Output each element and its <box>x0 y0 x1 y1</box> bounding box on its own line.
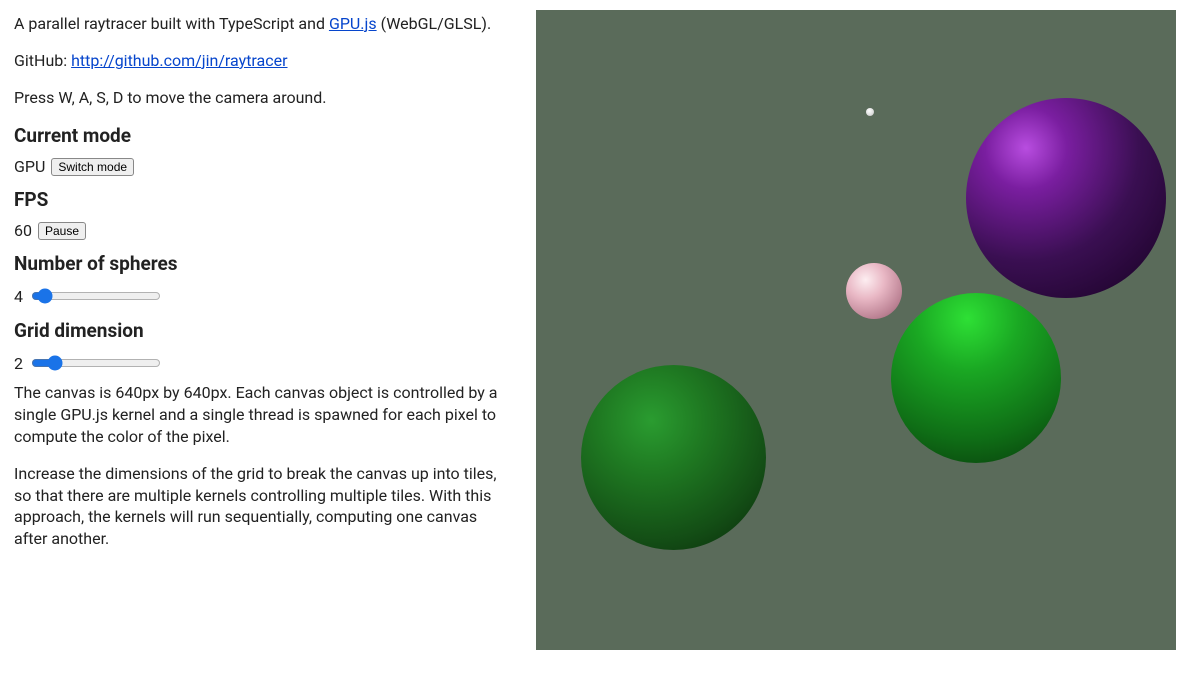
switch-mode-button[interactable]: Switch mode <box>51 158 134 176</box>
canvas-tile[interactable] <box>859 333 1176 650</box>
fps-heading: FPS <box>14 188 522 211</box>
spheres-slider[interactable] <box>31 287 161 305</box>
description-p2: Increase the dimensions of the grid to b… <box>14 463 514 549</box>
mode-row: GPU Switch mode <box>14 157 522 176</box>
grid-row: 2 <box>14 352 522 374</box>
canvas-tile[interactable] <box>536 333 853 650</box>
github-line: GitHub: http://github.com/jin/raytracer <box>14 51 522 72</box>
description-p1: The canvas is 640px by 640px. Each canva… <box>14 382 514 447</box>
canvas-tile[interactable] <box>536 10 853 327</box>
fps-row: 60 Pause <box>14 221 522 240</box>
intro-line: A parallel raytracer built with TypeScri… <box>14 14 522 35</box>
spheres-value: 4 <box>14 287 23 306</box>
intro-text-post: (WebGL/GLSL). <box>377 14 492 33</box>
pause-button[interactable]: Pause <box>38 222 86 240</box>
spheres-row: 4 <box>14 285 522 307</box>
render-area <box>536 0 1200 675</box>
mode-heading: Current mode <box>14 124 522 147</box>
fps-value: 60 <box>14 221 32 240</box>
github-link[interactable]: http://github.com/jin/raytracer <box>71 51 287 70</box>
spheres-heading: Number of spheres <box>14 252 522 275</box>
gpujs-link[interactable]: GPU.js <box>329 14 377 33</box>
instructions: Press W, A, S, D to move the camera arou… <box>14 88 522 109</box>
grid-value: 2 <box>14 354 23 373</box>
grid-heading: Grid dimension <box>14 319 522 342</box>
mode-value: GPU <box>14 157 45 176</box>
canvas-tile[interactable] <box>859 10 1176 327</box>
grid-slider[interactable] <box>31 354 161 372</box>
control-panel: A parallel raytracer built with TypeScri… <box>0 0 536 675</box>
github-label: GitHub: <box>14 51 71 70</box>
intro-text-pre: A parallel raytracer built with TypeScri… <box>14 14 329 33</box>
canvas-grid[interactable] <box>536 10 1176 650</box>
